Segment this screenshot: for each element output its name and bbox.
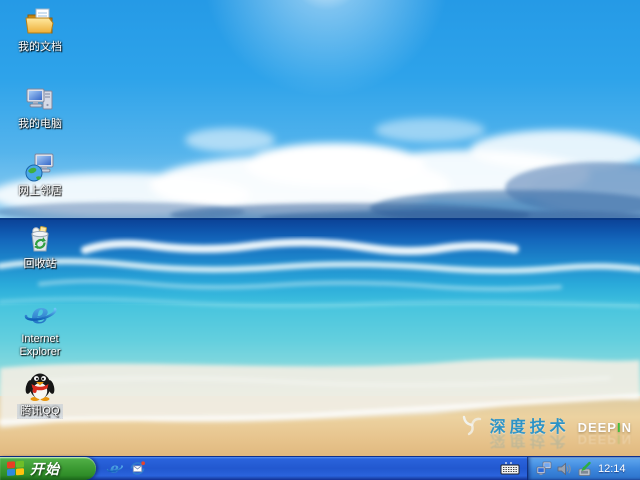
desktop-icon-recycle-bin[interactable]: 回收站 bbox=[2, 222, 78, 271]
deepin-brand-reflection: 深度技术 DEEPIN bbox=[490, 430, 632, 454]
start-label: 开始 bbox=[30, 459, 60, 479]
svg-text:e: e bbox=[31, 297, 49, 330]
desktop-icon-label: 我的文档 bbox=[16, 41, 64, 54]
desktop-icon-network-places[interactable]: 网上邻居 bbox=[2, 149, 78, 198]
my-documents-icon bbox=[23, 5, 57, 39]
desktop-icon-my-computer[interactable]: 我的电脑 bbox=[2, 82, 78, 131]
tray-clock[interactable]: 12:14 bbox=[598, 463, 626, 475]
desktop-icon-label: 回收站 bbox=[22, 258, 59, 271]
desktop-icon-label: 网上邻居 bbox=[16, 185, 64, 198]
desktop-icon-label: Internet Explorer bbox=[2, 333, 78, 359]
svg-text:e: e bbox=[110, 461, 119, 477]
desktop-icon-label: 腾讯QQ bbox=[17, 404, 62, 419]
windows-logo-icon bbox=[6, 460, 25, 477]
tencent-qq-icon bbox=[23, 368, 57, 402]
system-tray: 12:14 bbox=[527, 457, 640, 480]
internet-explorer-quicklaunch-icon[interactable]: e bbox=[106, 460, 123, 477]
taskbar: 开始 e bbox=[0, 456, 640, 480]
quick-launch: e bbox=[106, 460, 146, 477]
start-button[interactable]: 开始 bbox=[0, 457, 96, 480]
desktop-icon-tencent-qq[interactable]: 腾讯QQ bbox=[2, 368, 78, 419]
network-places-icon bbox=[23, 149, 57, 183]
recycle-bin-icon bbox=[23, 222, 57, 256]
desktop-icon-my-documents[interactable]: 我的文档 bbox=[2, 5, 78, 54]
outlook-express-quicklaunch-icon[interactable] bbox=[129, 460, 146, 477]
internet-explorer-icon: e bbox=[23, 297, 57, 331]
desktop-icon-internet-explorer[interactable]: e Internet Explorer bbox=[2, 297, 78, 359]
deepin-watermark: 深度技术 DEEPIN 深度技术 DEEPIN bbox=[461, 413, 632, 437]
wallpaper: 深度技术 DEEPIN 深度技术 DEEPIN bbox=[0, 0, 640, 457]
my-computer-icon bbox=[23, 82, 57, 116]
wallpaper-clouds bbox=[0, 60, 640, 230]
deepin-logo-icon bbox=[461, 414, 483, 436]
wallpaper-wave-foam bbox=[0, 226, 640, 318]
desktop: 深度技术 DEEPIN 深度技术 DEEPIN 我的文档 bbox=[0, 0, 640, 480]
safely-remove-hardware-icon[interactable] bbox=[575, 460, 592, 477]
desktop-icon-label: 我的电脑 bbox=[16, 118, 64, 131]
keyboard-input-icon[interactable] bbox=[497, 459, 523, 479]
network-status-icon[interactable] bbox=[535, 460, 552, 477]
volume-icon[interactable] bbox=[555, 460, 572, 477]
